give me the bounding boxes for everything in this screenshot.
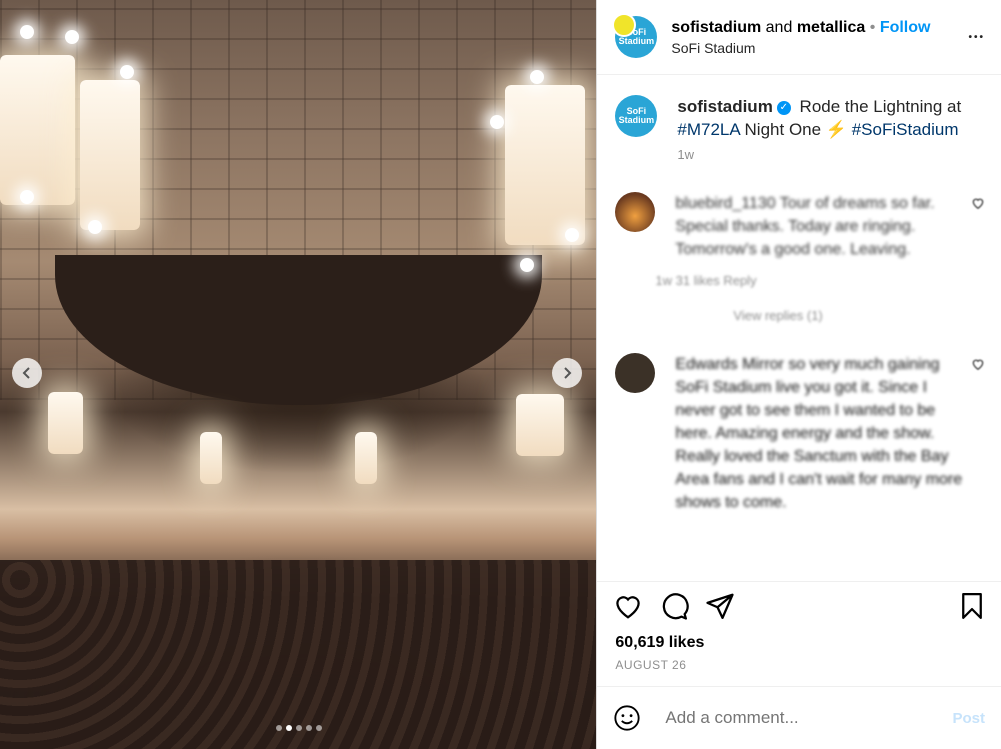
comment-item: Edwards Mirror so very much gaining SoFi… bbox=[615, 353, 985, 514]
stage-light bbox=[530, 70, 544, 84]
avatar-label: SoFi Stadium bbox=[618, 106, 655, 125]
conjunction: and bbox=[765, 18, 793, 36]
stage-light bbox=[20, 25, 34, 39]
post-comment-button[interactable]: Post bbox=[952, 710, 985, 727]
stage-light bbox=[88, 220, 102, 234]
collaborator-username[interactable]: metallica bbox=[797, 19, 865, 36]
stage-light bbox=[520, 258, 534, 272]
comment-like-icon[interactable] bbox=[971, 357, 985, 371]
carousel-indicator bbox=[0, 725, 596, 731]
video-screen-right-top bbox=[505, 85, 585, 245]
post-image[interactable] bbox=[0, 0, 597, 749]
carousel-dot bbox=[285, 725, 292, 731]
post-actions bbox=[597, 581, 1001, 630]
comment-input[interactable] bbox=[663, 707, 953, 729]
comment-item: bluebird_1130 Tour of dreams so far. Spe… bbox=[615, 192, 985, 288]
next-slide-button[interactable] bbox=[552, 358, 582, 388]
commenter-avatar[interactable] bbox=[615, 353, 656, 393]
share-send-icon[interactable] bbox=[705, 591, 735, 621]
comment-text: bluebird_1130 Tour of dreams so far. Spe… bbox=[675, 195, 935, 258]
video-screen-right-low bbox=[516, 394, 564, 456]
lightning-emoji: ⚡ bbox=[825, 120, 847, 139]
carousel-dot bbox=[315, 725, 322, 731]
comment-like-icon[interactable] bbox=[971, 196, 985, 210]
video-screen-center-left bbox=[200, 432, 222, 484]
stage-light bbox=[65, 30, 79, 44]
previous-slide-button[interactable] bbox=[12, 358, 42, 388]
crowd bbox=[0, 560, 597, 749]
more-options-icon[interactable]: ••• bbox=[968, 32, 985, 43]
stage-light bbox=[490, 115, 504, 129]
caption-text-2: Night One bbox=[744, 120, 822, 139]
account-avatar[interactable]: SoFi Stadium bbox=[612, 13, 658, 58]
caption-text: Rode the Lightning at bbox=[799, 97, 962, 116]
stage-light bbox=[20, 190, 34, 204]
stage-light bbox=[565, 228, 579, 242]
comments-section[interactable]: SoFi Stadium sofistadium ✓ Rode the Lightn… bbox=[597, 75, 1001, 581]
stage-light bbox=[120, 65, 134, 79]
post-date: AUGUST 26 bbox=[615, 658, 687, 672]
like-count[interactable]: 60,619 likes bbox=[597, 630, 1001, 652]
chevron-right-icon bbox=[564, 367, 572, 379]
carousel-dot bbox=[305, 725, 312, 731]
save-bookmark-icon[interactable] bbox=[957, 591, 987, 621]
video-screen-left-top bbox=[0, 55, 75, 205]
emoji-picker-icon[interactable] bbox=[613, 704, 641, 732]
carousel-dot bbox=[275, 725, 282, 731]
comment-text: Edwards Mirror so very much gaining SoFi… bbox=[675, 356, 963, 511]
verified-badge-icon: ✓ bbox=[776, 100, 791, 115]
commenter-avatar[interactable] bbox=[615, 192, 656, 232]
location-link[interactable]: SoFi Stadium bbox=[671, 40, 968, 56]
add-comment-bar: Post bbox=[597, 686, 1001, 749]
carousel-dot bbox=[295, 725, 302, 731]
post-caption: SoFi Stadium sofistadium ✓ Rode the Lightn… bbox=[615, 95, 985, 162]
chevron-left-icon bbox=[22, 367, 30, 379]
comment-meta[interactable]: 1w 31 likes Reply bbox=[655, 273, 971, 288]
video-screen-left-low bbox=[48, 392, 83, 454]
follow-button[interactable]: Follow bbox=[880, 19, 931, 36]
caption-avatar[interactable]: SoFi Stadium bbox=[615, 95, 658, 137]
post-header: SoFi Stadium sofistadium and metallica • … bbox=[597, 0, 1001, 75]
account-username[interactable]: sofistadium bbox=[671, 19, 761, 36]
caption-timestamp[interactable]: 1w bbox=[677, 147, 961, 162]
post-details-panel: SoFi Stadium sofistadium and metallica • … bbox=[596, 0, 1001, 749]
separator-dot: • bbox=[869, 18, 876, 36]
hashtag-link[interactable]: #M72LA bbox=[677, 120, 739, 139]
view-replies-link[interactable]: View replies (1) bbox=[733, 308, 985, 323]
comment-bubble-icon[interactable] bbox=[659, 591, 690, 621]
video-screen-left-top-2 bbox=[80, 80, 140, 230]
like-heart-icon[interactable] bbox=[613, 591, 643, 621]
caption-username[interactable]: sofistadium bbox=[677, 97, 772, 116]
video-screen-center-right bbox=[355, 432, 377, 484]
hashtag-link[interactable]: #SoFiStadium bbox=[852, 120, 959, 139]
